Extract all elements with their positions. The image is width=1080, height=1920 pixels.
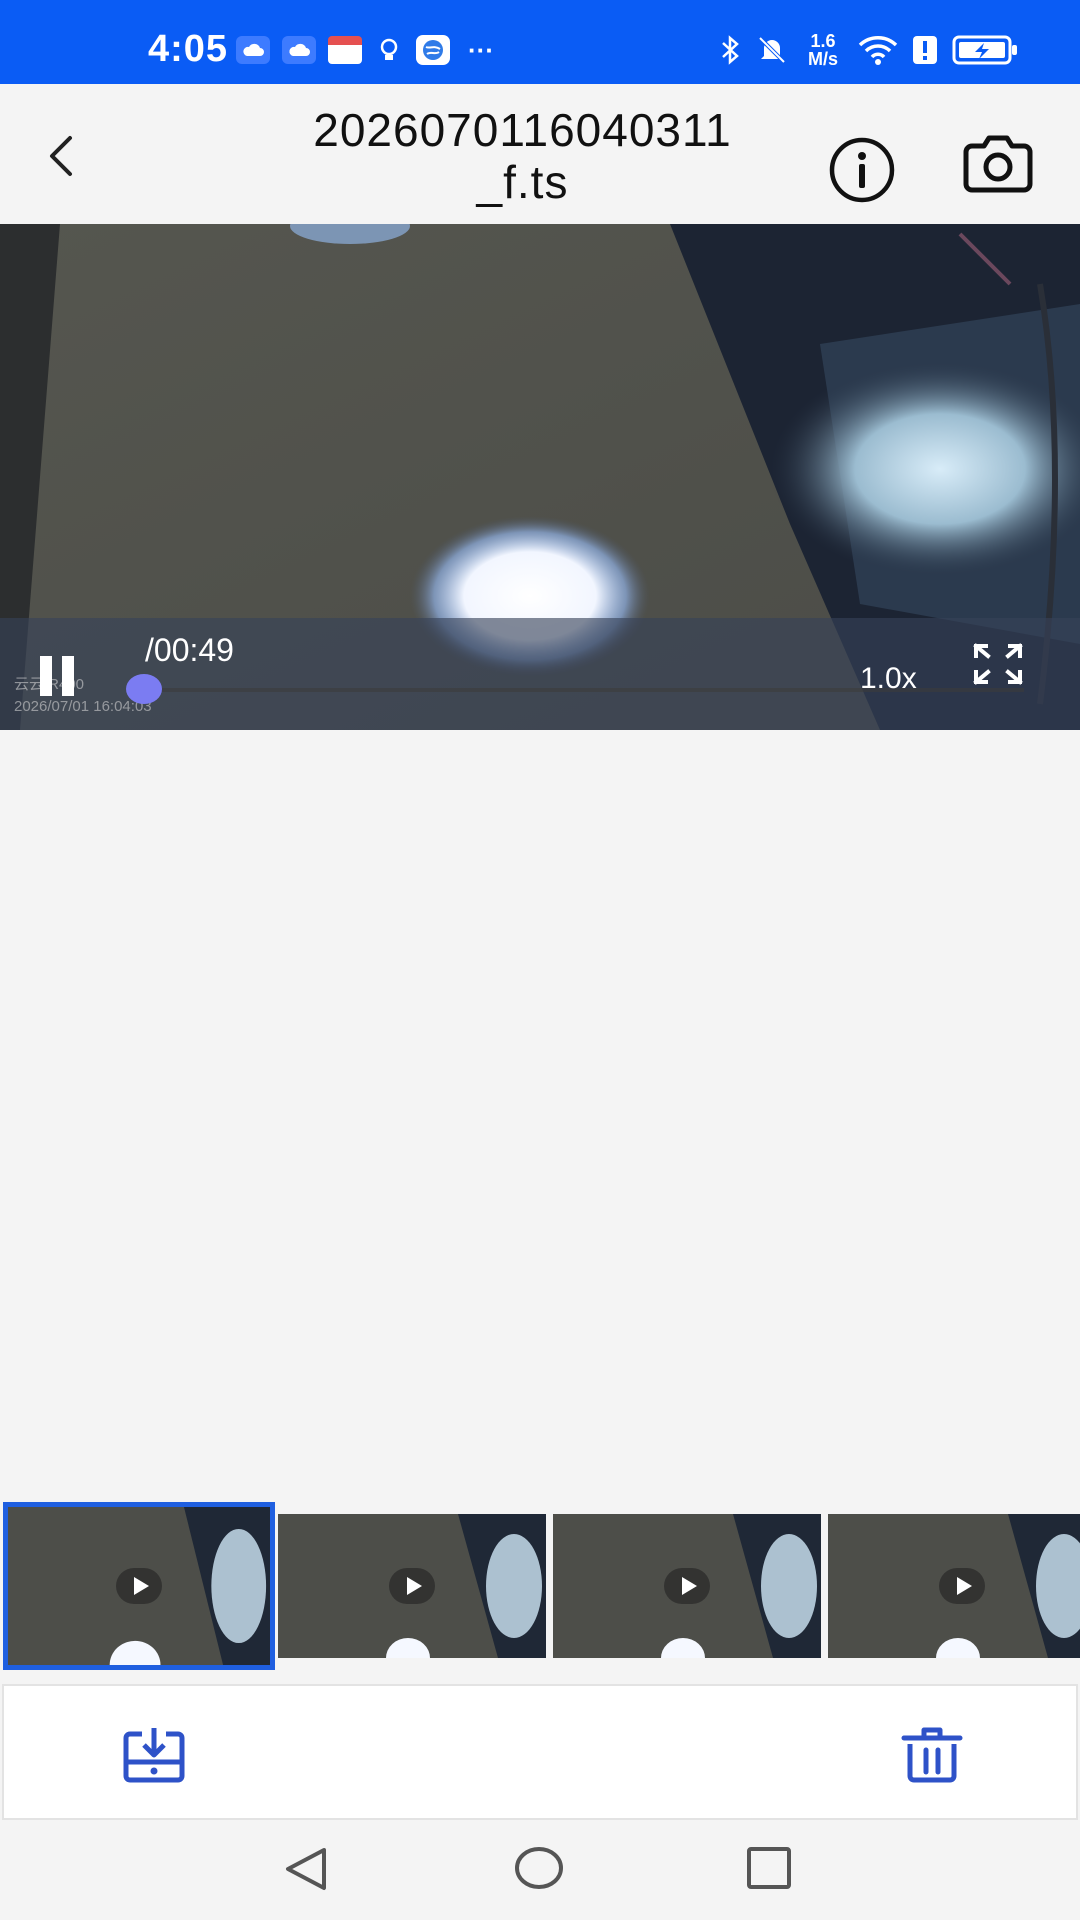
thumbnail-item[interactable] — [553, 1514, 821, 1658]
battery-charging-icon — [952, 35, 1017, 65]
back-arrow-icon[interactable] — [36, 124, 92, 184]
thumbnail-strip — [0, 1502, 1080, 1670]
play-icon — [939, 1568, 985, 1604]
more-notifications: ··· — [468, 35, 494, 65]
network-speed-unit: M/s — [807, 49, 838, 69]
network-speed-value: 1.6 — [810, 31, 836, 51]
player-controls: 云云 R400 2026/07/01 16:04:03 /00:49 1.0x — [0, 618, 1080, 730]
play-icon — [389, 1568, 435, 1604]
play-icon — [664, 1568, 710, 1604]
play-icon — [116, 1568, 162, 1604]
wifi-icon — [858, 36, 898, 65]
cloud-icon — [282, 36, 316, 64]
system-navigation-bar — [0, 1822, 1080, 1920]
status-bar: 4:05 ··· 1.6 M/s — [0, 0, 1080, 84]
title-line-2: _f.ts — [476, 156, 569, 208]
camera-icon[interactable] — [960, 130, 1036, 202]
pause-icon[interactable] — [38, 656, 78, 696]
thumbnail-item-selected[interactable] — [3, 1502, 275, 1670]
download-icon[interactable] — [122, 1726, 186, 1784]
thumbnail-item[interactable] — [828, 1514, 1080, 1658]
nav-recents-icon[interactable] — [746, 1846, 792, 1890]
bell-muted-icon — [758, 36, 786, 64]
thumbnail-item[interactable] — [278, 1514, 546, 1658]
trash-icon[interactable] — [900, 1726, 964, 1784]
bluetooth-icon — [722, 35, 739, 65]
alert-sim-icon — [913, 36, 937, 64]
bottom-action-bar — [2, 1684, 1078, 1820]
video-player[interactable]: 云云 R400 2026/07/01 16:04:03 /00:49 1.0x — [0, 224, 1080, 730]
notification-icons: ··· — [236, 34, 494, 66]
title-line-1: 2026070116040311 — [313, 104, 732, 156]
top-app-bar: 2026070116040311 _f.ts — [0, 84, 1080, 224]
nav-back-icon[interactable] — [282, 1844, 332, 1894]
page-title: 2026070116040311 _f.ts — [230, 104, 815, 208]
fullscreen-icon[interactable] — [972, 642, 1024, 686]
progress-knob[interactable] — [126, 674, 162, 704]
lightbulb-icon — [374, 36, 404, 64]
info-icon[interactable] — [826, 134, 898, 206]
system-icons: 1.6 M/s — [720, 30, 1018, 70]
browser-icon — [416, 35, 450, 65]
network-speed: 1.6 M/s — [802, 32, 844, 68]
time-display: /00:49 — [145, 632, 234, 668]
playback-speed-button[interactable]: 1.0x — [860, 662, 917, 696]
cloud-icon — [236, 36, 270, 64]
calendar-icon — [328, 36, 362, 64]
nav-home-icon[interactable] — [514, 1846, 564, 1890]
status-time: 4:05 — [148, 28, 229, 70]
